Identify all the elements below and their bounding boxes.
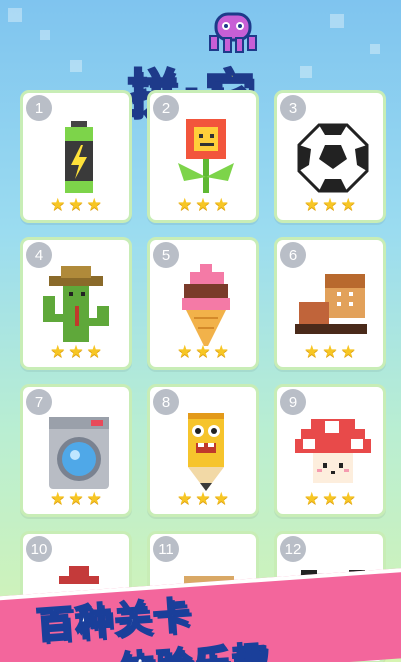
soccer-ball-icon [297,123,369,193]
star-icon: ★ [340,489,356,509]
level-card-8[interactable]: 8 ★ ★ ★ [147,384,259,517]
star-icon: ★ [86,195,102,215]
promo-banner: 百种关卡 体验乐趣 [0,567,401,662]
background-pixel [40,30,50,40]
star-icon: ★ [304,342,320,362]
star-rating: ★ ★ ★ [150,197,256,214]
star-icon: ★ [322,489,338,509]
star-rating: ★ ★ ★ [23,197,129,214]
star-icon: ★ [213,342,229,362]
background-pixel [330,14,344,28]
star-icon: ★ [50,195,66,215]
level-card-1[interactable]: 1 ★ ★ ★ [20,90,132,223]
level-card-2[interactable]: 2 ★ ★ ★ [147,90,259,223]
star-icon: ★ [177,489,193,509]
cactus-icon [43,266,109,342]
star-icon: ★ [340,342,356,362]
star-icon: ★ [86,489,102,509]
star-rating: ★ ★ ★ [23,344,129,361]
star-icon: ★ [195,489,211,509]
background-pixel [70,60,82,72]
mushroom-icon [295,419,371,483]
level-card-6[interactable]: 6 ★ ★ ★ [274,237,386,370]
star-icon: ★ [304,195,320,215]
star-rating: ★ ★ ★ [277,197,383,214]
star-icon: ★ [304,489,320,509]
star-icon: ★ [340,195,356,215]
star-rating: ★ ★ ★ [150,491,256,508]
washing-machine-icon [49,417,109,489]
pencil-icon [188,413,224,491]
star-rating: ★ ★ ★ [277,491,383,508]
star-rating: ★ ★ ★ [277,344,383,361]
boot-icon [295,274,367,334]
star-rating: ★ ★ ★ [150,344,256,361]
star-icon: ★ [213,195,229,215]
star-icon: ★ [50,342,66,362]
background-pixel [8,8,22,22]
level-card-3[interactable]: 3 ★ ★ ★ [274,90,386,223]
level-card-5[interactable]: 5 ★ ★ ★ [147,237,259,370]
star-icon: ★ [213,489,229,509]
level-card-7[interactable]: 7 ★ ★ ★ [20,384,132,517]
ice-cream-icon [182,264,230,346]
star-icon: ★ [86,342,102,362]
background-pixel [370,44,380,54]
octopus-mascot-icon [209,12,257,53]
star-icon: ★ [68,195,84,215]
background-pixel [300,66,312,78]
star-icon: ★ [50,489,66,509]
star-icon: ★ [195,342,211,362]
flower-icon [178,119,234,193]
star-icon: ★ [177,195,193,215]
star-icon: ★ [68,342,84,362]
star-icon: ★ [195,195,211,215]
star-rating: ★ ★ ★ [23,491,129,508]
level-card-4[interactable]: 4 ★ ★ ★ [20,237,132,370]
star-icon: ★ [322,342,338,362]
battery-icon [65,121,93,193]
level-card-9[interactable]: 9 ★ ★ ★ [274,384,386,517]
star-icon: ★ [68,489,84,509]
star-icon: ★ [177,342,193,362]
star-icon: ★ [322,195,338,215]
